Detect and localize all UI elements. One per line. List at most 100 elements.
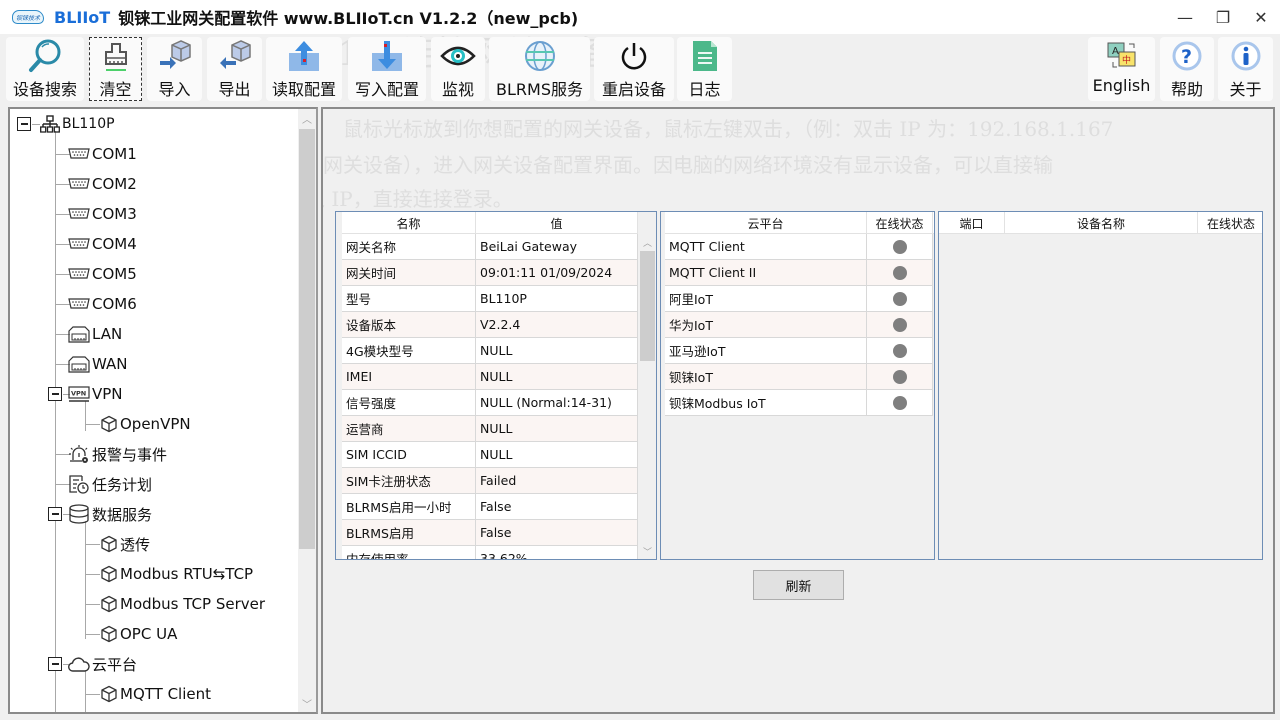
info-table-row[interactable]: 信号强度 NULL (Normal:14-31) — [342, 390, 638, 416]
svg-text:中: 中 — [1122, 54, 1131, 66]
tree-item[interactable]: Modbus RTU⇆TCP — [100, 559, 253, 589]
help-button[interactable]: ? 帮助 — [1160, 37, 1214, 101]
device-table-header: 端口 设备名称 在线状态 — [939, 212, 1262, 234]
info-table-row[interactable]: SIM卡注册状态 Failed — [342, 468, 638, 494]
tree-item[interactable]: 报警与事件 — [68, 439, 167, 469]
info-table-row[interactable]: 4G模块型号 NULL — [342, 338, 638, 364]
restart-button[interactable]: 重启设备 — [594, 37, 674, 101]
import-box-icon — [155, 38, 195, 74]
language-button[interactable]: A中 English — [1088, 37, 1155, 101]
tree-item-label: COM4 — [92, 235, 137, 253]
scroll-up-icon[interactable]: ︿ — [298, 109, 316, 127]
info-table-row[interactable]: 设备版本 V2.2.4 — [342, 312, 638, 338]
tree-item[interactable]: COM6 — [68, 289, 137, 319]
header-device-name[interactable]: 设备名称 — [1005, 212, 1198, 234]
clear-button[interactable]: 清空 — [89, 37, 142, 101]
tree-item[interactable]: 数据服务 — [68, 499, 152, 529]
tree-item[interactable]: OPC UA — [100, 619, 177, 649]
refresh-button[interactable]: 刷新 — [753, 570, 844, 600]
tree-item[interactable]: 透传 — [100, 529, 150, 559]
root-expander[interactable] — [17, 117, 31, 131]
eye-icon — [438, 38, 478, 74]
header-status[interactable]: 在线状态 — [867, 212, 933, 234]
info-value-cell: False — [476, 520, 638, 546]
tree-expander[interactable] — [48, 657, 62, 671]
cloud-table-row[interactable]: 钡铼Modbus IoT — [665, 390, 933, 416]
scroll-thumb[interactable] — [640, 251, 655, 361]
tree-item[interactable]: WAN — [68, 349, 128, 379]
cloud-table-row[interactable]: 亚马逊IoT — [665, 338, 933, 364]
scroll-up-icon[interactable]: ︿ — [639, 234, 656, 251]
device-search-button[interactable]: 设备搜索 — [6, 37, 84, 101]
header-value[interactable]: 值 — [476, 212, 638, 234]
restore-button[interactable]: ❐ — [1204, 0, 1242, 34]
info-table-row[interactable]: BLRMS启用一小时 False — [342, 494, 638, 520]
tree-root[interactable]: BL110P — [40, 109, 115, 139]
info-table-row[interactable]: 网关时间 09:01:11 01/09/2024 — [342, 260, 638, 286]
info-table-row[interactable]: 运营商 NULL — [342, 416, 638, 442]
cube-icon — [100, 535, 118, 553]
about-label: 关于 — [1229, 80, 1262, 99]
database-icon — [68, 504, 90, 524]
cloud-table-row[interactable]: 阿里IoT — [665, 286, 933, 312]
minimize-button[interactable]: — — [1166, 0, 1204, 34]
tree-item[interactable]: VPN VPN — [68, 379, 123, 409]
tree-item[interactable]: COM3 — [68, 199, 137, 229]
header-port[interactable]: 端口 — [939, 212, 1005, 234]
tree-item[interactable]: 任务计划 — [68, 469, 152, 499]
import-label: 导入 — [158, 80, 191, 99]
main-panel: 鼠标光标放到你想配置的网关设备，鼠标左键双击，（例：双击 IP 为：192.16… — [321, 107, 1275, 714]
info-table-scrollbar[interactable]: ︿ ﹀ — [639, 234, 656, 559]
cloud-table-row[interactable]: 华为IoT — [665, 312, 933, 338]
tree-item[interactable]: LAN — [68, 319, 122, 349]
cloud-table-row[interactable]: MQTT Client II — [665, 260, 933, 286]
info-table-row[interactable]: 网关名称 BeiLai Gateway — [342, 234, 638, 260]
info-table-row[interactable]: 内存使用率 33.62% — [342, 546, 638, 559]
status-indicator-icon — [892, 239, 907, 254]
monitor-button[interactable]: 监视 — [431, 37, 485, 101]
cloud-table-row[interactable]: 钡铼IoT — [665, 364, 933, 390]
import-button[interactable]: 导入 — [147, 37, 202, 101]
svg-text:?: ? — [1181, 46, 1192, 68]
scroll-thumb[interactable] — [299, 129, 315, 549]
tree-expander[interactable] — [48, 507, 62, 521]
export-button[interactable]: 导出 — [207, 37, 262, 101]
info-table-row[interactable]: BLRMS启用 False — [342, 520, 638, 546]
tree-item[interactable]: COM5 — [68, 259, 137, 289]
blrms-button[interactable]: BLRMS服务 — [489, 37, 590, 101]
tree-item[interactable]: 云平台 — [68, 649, 137, 679]
tree-item[interactable]: MQTT Client — [100, 679, 211, 709]
about-button[interactable]: 关于 — [1218, 37, 1273, 101]
write-config-button[interactable]: 写入配置 — [348, 37, 426, 101]
tree-item[interactable]: OpenVPN — [100, 409, 191, 439]
scroll-down-icon[interactable]: ﹀ — [298, 694, 316, 712]
scroll-down-icon[interactable]: ﹀ — [639, 543, 656, 559]
device-tree[interactable]: BL110P COM1 COM2 COM3 COM4 COM5 COM6 LAN… — [8, 107, 318, 714]
info-name-cell: 4G模块型号 — [342, 338, 476, 364]
translate-icon: A中 — [1102, 38, 1142, 74]
tree-expander[interactable] — [48, 387, 62, 401]
info-value-cell: 33.62% — [476, 546, 638, 559]
info-table-row[interactable]: 型号 BL110P — [342, 286, 638, 312]
write-config-label: 写入配置 — [354, 80, 419, 99]
read-config-button[interactable]: 读取配置 — [266, 37, 342, 101]
info-value-cell: BeiLai Gateway — [476, 234, 638, 260]
header-name[interactable]: 名称 — [342, 212, 476, 234]
tree-item[interactable]: COM1 — [68, 139, 137, 169]
tree-item[interactable]: COM4 — [68, 229, 137, 259]
info-value-cell: 09:01:11 01/09/2024 — [476, 260, 638, 286]
cloud-table-row[interactable]: MQTT Client — [665, 234, 933, 260]
export-box-icon — [215, 38, 255, 74]
tree-item[interactable]: Modbus TCP Server — [100, 589, 265, 619]
info-table-row[interactable]: SIM ICCID NULL — [342, 442, 638, 468]
log-button[interactable]: 日志 — [677, 37, 732, 101]
tree-scrollbar[interactable]: ︿ ﹀ — [298, 109, 316, 712]
app-logo: 钡铼技术 — [10, 7, 46, 27]
header-cloud[interactable]: 云平台 — [665, 212, 867, 234]
cloud-name-cell: 亚马逊IoT — [665, 338, 867, 364]
close-button[interactable]: ✕ — [1242, 0, 1280, 34]
header-online-status[interactable]: 在线状态 — [1198, 212, 1262, 234]
info-value-cell: V2.2.4 — [476, 312, 638, 338]
tree-item[interactable]: COM2 — [68, 169, 137, 199]
info-table-row[interactable]: IMEI NULL — [342, 364, 638, 390]
